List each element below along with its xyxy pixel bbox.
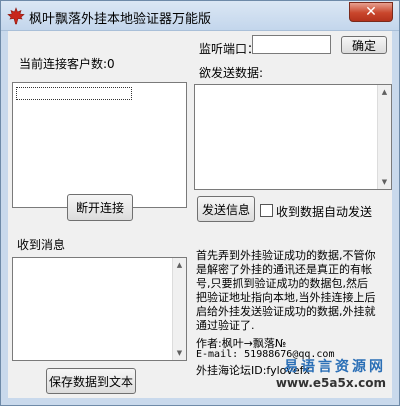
title-bar[interactable]: 枫叶飘落外挂本地验证器万能版 ✕ — [1, 1, 399, 31]
client-listbox[interactable] — [12, 82, 187, 208]
scrollbar[interactable]: ▲ ▼ — [172, 258, 186, 360]
maple-leaf-icon — [7, 7, 25, 25]
watermark-url: www.e5a5x.com — [275, 376, 386, 390]
scroll-down-icon[interactable]: ▼ — [173, 346, 186, 360]
usage-notes-text: 首先弄到外挂验证成功的数据,不管你是解密了外挂的通讯还是真正的有帐号,只要抓到验… — [196, 249, 376, 332]
save-to-text-button[interactable]: 保存数据到文本 — [46, 368, 136, 394]
send-data-label: 欲发送数据: — [199, 66, 264, 80]
send-data-box[interactable]: ▲ ▼ — [194, 84, 392, 190]
close-button[interactable]: ✕ — [349, 2, 393, 22]
disconnect-button[interactable]: 断开连接 — [67, 194, 133, 221]
confirm-button[interactable]: 确定 — [341, 36, 387, 54]
close-icon: ✕ — [365, 4, 377, 20]
auto-send-label: 收到数据自动发送 — [276, 205, 373, 219]
listen-port-input[interactable] — [252, 35, 331, 54]
usage-notes: 首先弄到外挂验证成功的数据,不管你是解密了外挂的通讯还是真正的有帐号,只要抓到验… — [196, 249, 376, 333]
listen-port-label: 监听端口： — [199, 42, 260, 56]
scroll-up-icon[interactable]: ▲ — [378, 85, 391, 99]
auto-send-checkbox[interactable] — [260, 204, 273, 217]
app-window: 枫叶飘落外挂本地验证器万能版 ✕ 当前连接客户数:0 断开连接 收到消息 ▲ ▼… — [0, 0, 400, 406]
list-item[interactable] — [16, 87, 132, 100]
client-count-label: 当前连接客户数:0 — [19, 57, 115, 71]
client-area: 当前连接客户数:0 断开连接 收到消息 ▲ ▼ 保存数据到文本 监听端口： 确定… — [1, 31, 399, 405]
received-messages-box[interactable]: ▲ ▼ — [12, 257, 187, 361]
site-watermark: 易语言资源网 www.e5a5x.com — [276, 356, 386, 390]
scroll-up-icon[interactable]: ▲ — [173, 258, 186, 272]
received-messages-label: 收到消息 — [17, 238, 66, 252]
send-message-button[interactable]: 发送信息 — [197, 196, 255, 222]
window-title: 枫叶飘落外挂本地验证器万能版 — [29, 12, 212, 27]
watermark-site-name: 易语言资源网 — [284, 359, 386, 375]
scroll-down-icon[interactable]: ▼ — [378, 175, 391, 189]
scrollbar[interactable]: ▲ ▼ — [377, 85, 391, 189]
